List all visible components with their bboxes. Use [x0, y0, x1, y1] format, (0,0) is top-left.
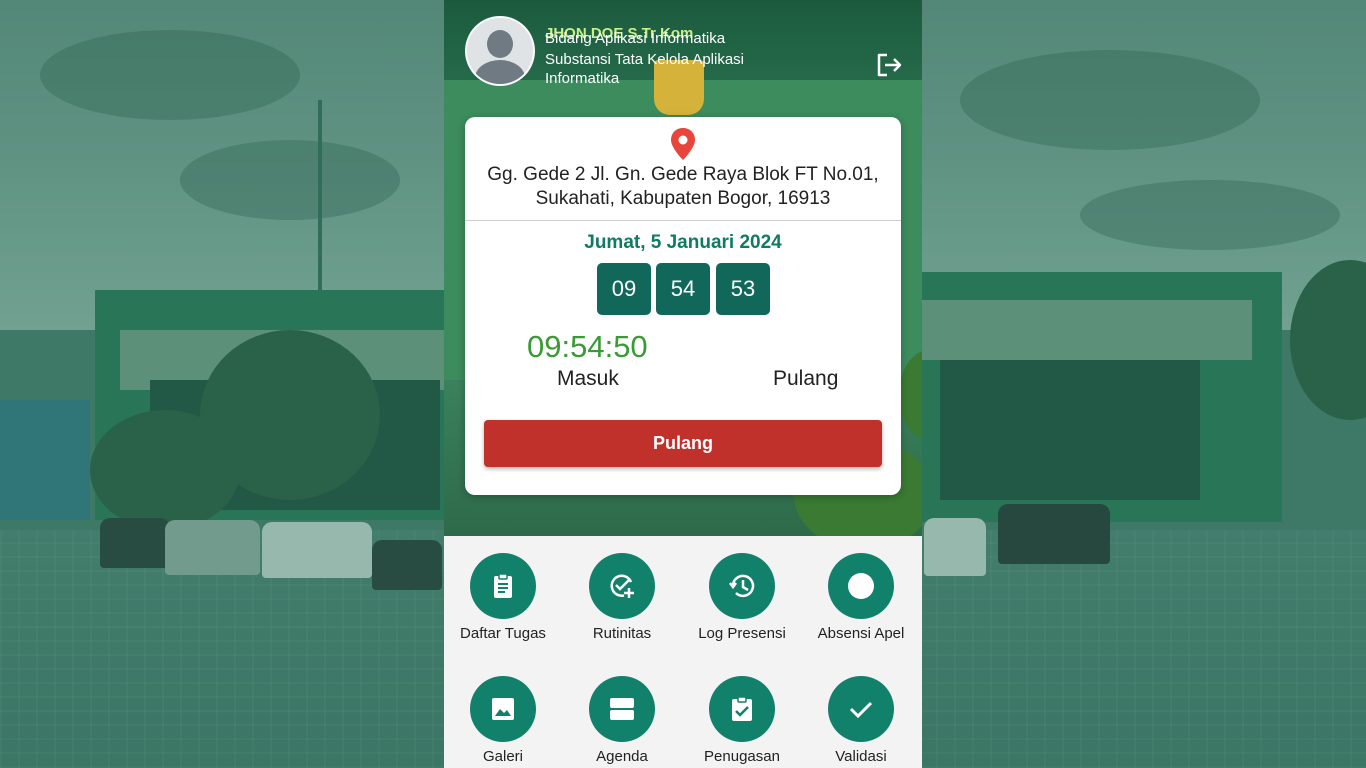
logout-icon: [877, 53, 902, 77]
clock-hours: 09: [597, 263, 651, 315]
menu-item-agenda[interactable]: Agenda: [563, 659, 683, 768]
location-address: Gg. Gede 2 Jl. Gn. Gede Raya Blok FT No.…: [475, 163, 891, 211]
menu-label: Penugasan: [704, 748, 780, 765]
menu-label: Agenda: [596, 748, 648, 765]
mobile-app-screen: JHON DOE S.Tr Kom Bidang Aplikasi Inform…: [444, 0, 922, 768]
clipboard-icon: [494, 573, 512, 598]
current-date: Jumat, 5 Januari 2024: [584, 232, 782, 253]
circle-icon: [848, 573, 874, 599]
agenda-icon: [610, 698, 634, 720]
feature-menu: Daftar Tugas Rutinitas Log Presensi Abse…: [444, 536, 922, 768]
clock-seconds: 53: [716, 263, 770, 315]
menu-item-galeri[interactable]: Galeri: [444, 659, 564, 768]
menu-item-log-presensi[interactable]: Log Presensi: [683, 536, 803, 646]
checkmark-icon: [849, 701, 873, 719]
address-line-2: Sukahati, Kabupaten Bogor, 16913: [535, 188, 831, 209]
avatar: [465, 16, 535, 86]
address-line-1: Gg. Gede 2 Jl. Gn. Gede Raya Blok FT No.…: [487, 164, 879, 185]
logout-button[interactable]: [875, 52, 905, 78]
menu-label: Log Presensi: [698, 625, 786, 642]
location-pin-icon: [671, 128, 695, 160]
attendance-card: Gg. Gede 2 Jl. Gn. Gede Raya Blok FT No.…: [465, 117, 901, 495]
divider: [465, 220, 901, 221]
menu-label: Rutinitas: [592, 625, 652, 642]
menu-item-validasi[interactable]: Validasi: [802, 659, 922, 768]
menu-label: Absensi Apel: [817, 625, 905, 642]
masuk-label: Masuk: [557, 367, 619, 390]
user-substance: Substansi Tata Kelola Aplikasi: [545, 51, 745, 68]
assignment-icon: [732, 696, 752, 721]
history-icon: [729, 574, 755, 598]
check-add-icon: [610, 574, 634, 598]
clock-minutes: 54: [656, 263, 710, 315]
user-profile: JHON DOE S.Tr Kom Bidang Aplikasi Inform…: [465, 16, 902, 96]
user-substance-cont: Informatika: [545, 70, 620, 87]
menu-item-rutinitas[interactable]: Rutinitas: [563, 536, 683, 646]
user-division: Bidang Aplikasi Informatika: [545, 30, 726, 47]
menu-item-absensi-apel[interactable]: Absensi Apel: [802, 536, 922, 646]
image-icon: [492, 698, 514, 720]
pulang-label: Pulang: [773, 367, 839, 390]
menu-label: Daftar Tugas: [460, 625, 546, 642]
checkin-time: 09:54:50: [527, 329, 648, 364]
menu-label: Galeri: [482, 748, 523, 765]
menu-item-daftar-tugas[interactable]: Daftar Tugas: [444, 536, 564, 646]
pulang-button[interactable]: Pulang: [484, 420, 882, 467]
menu-label: Validasi: [835, 748, 887, 765]
menu-item-penugasan[interactable]: Penugasan: [683, 659, 803, 768]
